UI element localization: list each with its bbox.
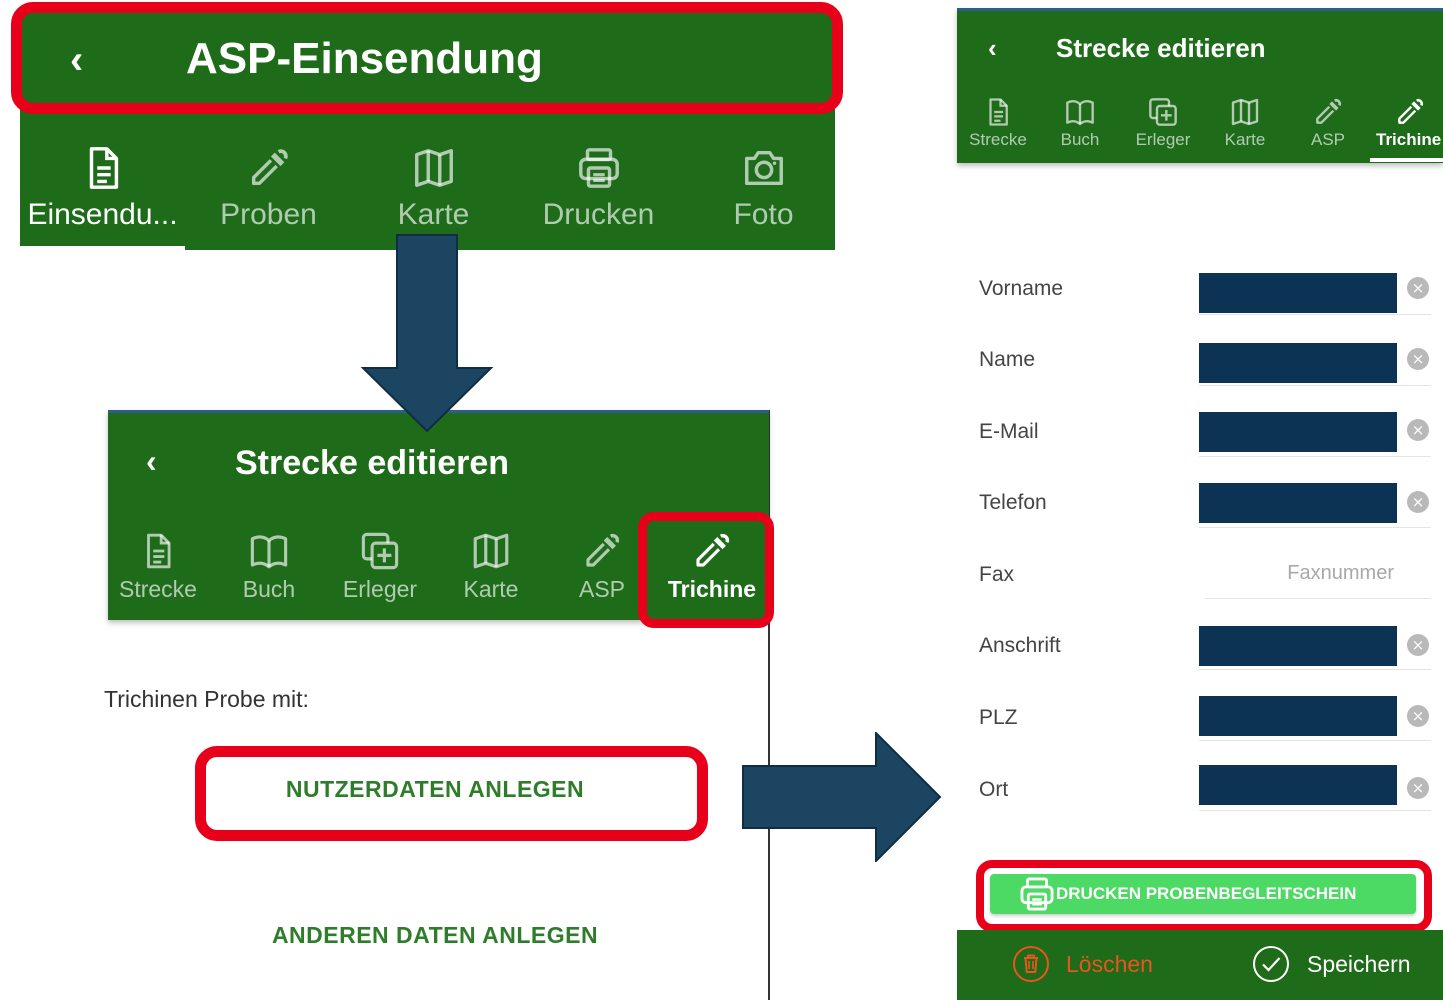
- screen2-section-label: Trichinen Probe mit:: [104, 686, 309, 712]
- printer-icon: [576, 142, 622, 194]
- delete-label: Löschen: [1066, 950, 1153, 977]
- save-label: Speichern: [1307, 950, 1411, 977]
- screen3-tab-indicator: [1370, 158, 1443, 162]
- screen3-tab-karte[interactable]: Karte: [1205, 96, 1285, 150]
- highlight-header: [11, 2, 843, 114]
- field-label-plz: PLZ: [979, 706, 1018, 729]
- map-icon: [1229, 96, 1261, 128]
- field-underline: [1199, 669, 1431, 670]
- email-field[interactable]: [1199, 412, 1397, 452]
- screen3-tab-trichine[interactable]: Trichine: [1370, 96, 1443, 150]
- tab-label: Buch: [242, 576, 296, 602]
- clear-icon[interactable]: ×: [1407, 705, 1429, 727]
- field-underline: [1199, 456, 1431, 457]
- highlight-nutzerdaten-button: [195, 746, 708, 841]
- field-label-anschrift: Anschrift: [979, 634, 1061, 657]
- screen3-title: Strecke editieren: [1056, 33, 1266, 63]
- screen1-tab-einsendung[interactable]: Einsendu...: [20, 142, 185, 232]
- field-underline: [1205, 598, 1431, 599]
- tab-label: Buch: [1060, 130, 1100, 149]
- clear-icon[interactable]: ×: [1407, 419, 1429, 441]
- clear-icon[interactable]: ×: [1407, 634, 1429, 656]
- fax-field[interactable]: Faxnummer: [1205, 562, 1394, 585]
- screen2-back-icon[interactable]: ‹: [146, 443, 157, 480]
- screen3-tab-strecke[interactable]: Strecke: [958, 96, 1038, 150]
- document-icon: [983, 96, 1013, 128]
- clear-icon[interactable]: ×: [1407, 348, 1429, 370]
- document-icon: [139, 530, 177, 572]
- screen1-tab-indicator: [20, 246, 185, 250]
- tab-label: ASP: [1310, 130, 1346, 149]
- trash-icon: [1013, 946, 1049, 982]
- field-label-fax: Fax: [979, 563, 1015, 586]
- vorname-field[interactable]: [1199, 273, 1397, 313]
- screen2-tab-strecke[interactable]: Strecke: [108, 530, 208, 603]
- tab-label: Erleger: [342, 576, 418, 602]
- field-label-vorname: Vorname: [979, 277, 1064, 300]
- tab-label: Drucken: [542, 198, 655, 231]
- tab-label: Foto: [733, 198, 794, 231]
- document-icon: [80, 142, 126, 194]
- book-icon: [248, 530, 290, 572]
- name-field[interactable]: [1199, 343, 1397, 383]
- screen1-tab-drucken[interactable]: Drucken: [516, 142, 681, 232]
- tab-label: Strecke: [969, 130, 1027, 149]
- anschrift-field[interactable]: [1199, 626, 1397, 666]
- field-label-name: Name: [979, 348, 1036, 371]
- field-label-telefon: Telefon: [979, 491, 1047, 514]
- ort-field[interactable]: [1199, 765, 1397, 805]
- screen3-tab-buch[interactable]: Buch: [1040, 96, 1120, 150]
- arrow-down-icon: [360, 234, 494, 432]
- arrow-right-icon: [742, 732, 942, 862]
- clear-icon[interactable]: ×: [1407, 777, 1429, 799]
- highlight-trichine-tab: [638, 512, 774, 628]
- field-label-ort: Ort: [979, 778, 1009, 801]
- tab-label: ASP: [578, 576, 626, 602]
- field-underline: [1199, 314, 1431, 315]
- screen3-tab-asp[interactable]: ASP: [1288, 96, 1368, 150]
- tab-label: Proben: [220, 198, 317, 231]
- screen1-tab-proben[interactable]: Proben: [186, 142, 351, 232]
- save-button[interactable]: Speichern: [1252, 945, 1411, 983]
- tab-label: Karte: [463, 576, 519, 602]
- camera-icon: [741, 142, 787, 194]
- map-icon: [411, 142, 457, 194]
- map-icon: [470, 530, 512, 572]
- screen2-tab-asp[interactable]: ASP: [552, 530, 652, 603]
- pipette-icon: [246, 142, 292, 194]
- screen1-tab-foto[interactable]: Foto: [681, 142, 846, 232]
- tab-label: Einsendu...: [27, 198, 178, 231]
- field-underline: [1199, 385, 1431, 386]
- field-underline: [1199, 527, 1431, 528]
- screen3-back-icon[interactable]: ‹: [988, 33, 997, 64]
- telefon-field[interactable]: [1199, 483, 1397, 523]
- check-circle-icon: [1253, 946, 1289, 982]
- clear-icon[interactable]: ×: [1407, 491, 1429, 513]
- screen2-tab-buch[interactable]: Buch: [219, 530, 319, 603]
- pipette-icon: [1394, 96, 1426, 128]
- screen3-tab-erleger[interactable]: Erleger: [1123, 96, 1203, 150]
- tab-label: Erleger: [1135, 130, 1191, 149]
- delete-button[interactable]: Löschen: [1012, 945, 1153, 983]
- screen2-tab-karte[interactable]: Karte: [441, 530, 541, 603]
- tab-label: Trichine: [1376, 130, 1442, 149]
- screen1-tab-karte[interactable]: Karte: [351, 142, 516, 232]
- tab-label: Karte: [397, 198, 470, 231]
- clear-icon[interactable]: ×: [1407, 277, 1429, 299]
- pipette-icon: [1312, 96, 1344, 128]
- field-underline: [1199, 740, 1431, 741]
- tab-label: Strecke: [119, 576, 197, 602]
- plz-field[interactable]: [1199, 696, 1397, 736]
- highlight-print-button: [976, 860, 1432, 932]
- tab-label: Karte: [1224, 130, 1266, 149]
- field-underline: [1199, 810, 1431, 811]
- screen2-tab-erleger[interactable]: Erleger: [330, 530, 430, 603]
- field-label-email: E-Mail: [979, 420, 1039, 443]
- add-copy-icon: [1147, 96, 1179, 128]
- add-copy-icon: [359, 530, 401, 572]
- anderen-daten-anlegen-button[interactable]: ANDEREN DATEN ANLEGEN: [220, 922, 650, 949]
- screen2-title: Strecke editieren: [235, 444, 510, 482]
- pipette-icon: [581, 530, 623, 572]
- book-icon: [1064, 96, 1096, 128]
